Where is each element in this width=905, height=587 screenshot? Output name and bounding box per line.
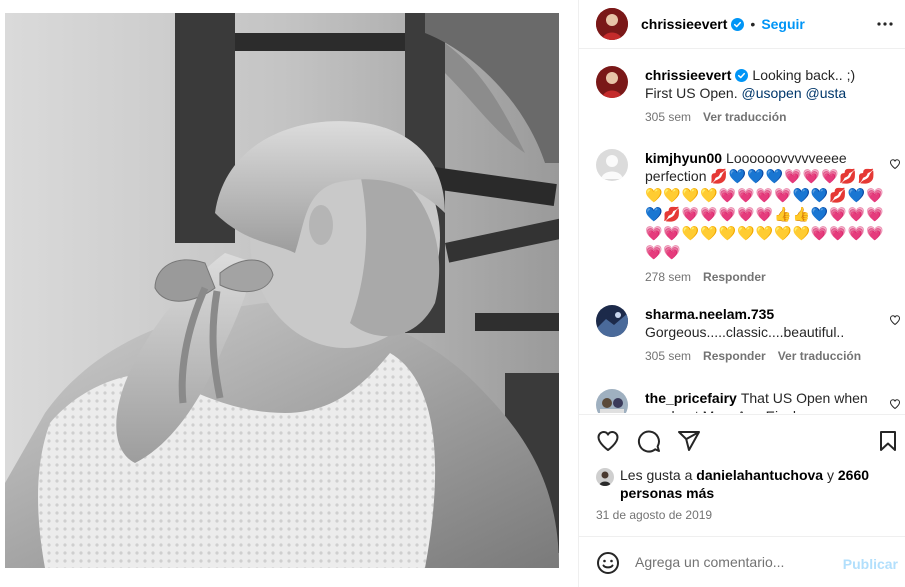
comment-item: kimjhyun00 Loooooovvvvveeee perfection 💋💙… <box>596 149 896 284</box>
caption-avatar[interactable] <box>596 66 628 98</box>
comment-icon[interactable] <box>637 429 661 453</box>
liker-avatar[interactable] <box>596 468 614 486</box>
comment-username[interactable]: kimjhyun00 <box>645 150 722 166</box>
liker-username[interactable]: danielahantuchova <box>696 467 823 483</box>
share-icon[interactable] <box>677 429 701 453</box>
smiley-icon[interactable] <box>596 551 620 575</box>
follow-button[interactable]: Seguir <box>761 16 805 32</box>
header-separator: • <box>750 16 756 32</box>
translate-link[interactable]: Ver traducción <box>703 110 786 124</box>
comment-heart-icon[interactable] <box>889 158 901 170</box>
author-username[interactable]: chrissieevert <box>641 16 727 32</box>
verified-badge-icon <box>731 17 745 31</box>
comment-username[interactable]: sharma.neelam.735 <box>645 306 774 322</box>
caption-item: chrissieevert Looking back.. ;) First US … <box>596 66 896 124</box>
likes-prefix: Les gusta a <box>620 467 693 483</box>
post-details-pane: chrissieevert • Seguir chrissieevert Loo… <box>578 0 905 587</box>
translate-link[interactable]: Ver traducción <box>778 349 861 363</box>
caption-time[interactable]: 305 sem <box>645 110 691 124</box>
comment-avatar[interactable] <box>596 389 628 413</box>
author-avatar[interactable] <box>596 8 628 40</box>
comment-username[interactable]: the_pricefairy <box>645 390 737 406</box>
media-pane <box>0 0 578 587</box>
comment-input[interactable] <box>635 554 835 570</box>
comment-text: Gorgeous.....classic....beautiful.. <box>645 324 845 340</box>
action-bar <box>579 414 905 464</box>
more-horizontal-icon[interactable] <box>876 15 894 33</box>
likes-summary: Les gusta a danielahantuchova y 2660 per… <box>596 466 896 502</box>
likes-count[interactable]: 2660 <box>838 467 869 483</box>
comment-item: sharma.neelam.735 Gorgeous.....classic..… <box>596 305 896 363</box>
post-header: chrissieevert • Seguir <box>579 0 905 49</box>
post-photo-image <box>5 13 559 568</box>
mention-usopen[interactable]: @usopen <box>741 85 801 101</box>
bookmark-icon[interactable] <box>876 429 900 453</box>
comment-avatar[interactable] <box>596 305 628 337</box>
comment-item: the_pricefairyThat US Open when you beat… <box>596 389 896 413</box>
comment-time[interactable]: 305 sem <box>645 349 691 363</box>
post-date[interactable]: 31 de agosto de 2019 <box>596 508 712 522</box>
comment-time[interactable]: 278 sem <box>645 270 691 284</box>
comment-avatar-default[interactable] <box>596 149 628 181</box>
mention-usta[interactable]: @usta <box>806 85 847 101</box>
heart-icon[interactable] <box>596 429 620 453</box>
comment-heart-icon[interactable] <box>889 398 901 410</box>
reply-link[interactable]: Responder <box>703 349 766 363</box>
post-photo[interactable] <box>5 13 559 568</box>
reply-link[interactable]: Responder <box>703 270 766 284</box>
verified-badge-icon <box>735 69 749 82</box>
comment-composer: Publicar <box>579 536 905 587</box>
comments-list[interactable]: chrissieevert Looking back.. ;) First US … <box>579 50 905 413</box>
comment-heart-icon[interactable] <box>889 314 901 326</box>
likes-suffix[interactable]: personas más <box>620 485 714 501</box>
caption-username[interactable]: chrissieevert <box>645 67 731 83</box>
likes-joiner: y <box>826 467 834 483</box>
publish-button[interactable]: Publicar <box>843 556 898 572</box>
